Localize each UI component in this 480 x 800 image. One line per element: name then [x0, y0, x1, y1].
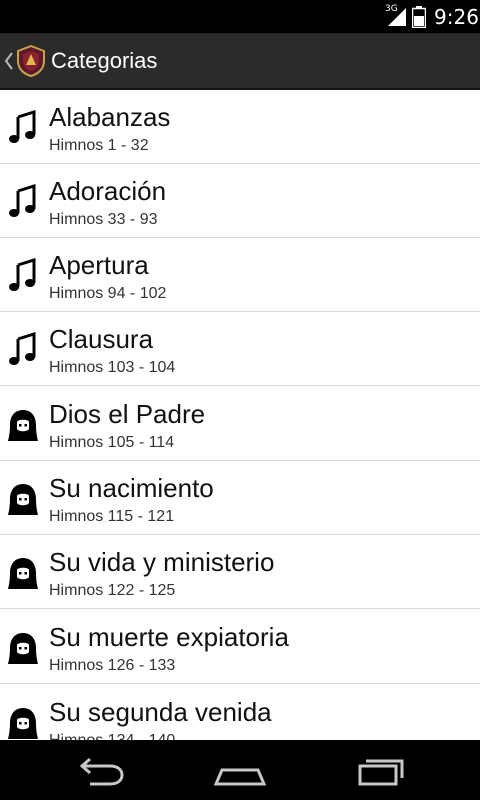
category-name: Dios el Padre [49, 399, 206, 429]
category-name: Su segunda venida [49, 697, 272, 727]
bearded-face-icon [8, 708, 38, 739]
back-icon[interactable] [70, 754, 130, 788]
hymn-range: Himnos 94 - 102 [49, 285, 167, 302]
music-note-icon [9, 184, 36, 217]
hymn-range: Himnos 134 - 140 [49, 732, 175, 740]
hymn-range: Himnos 33 - 93 [49, 211, 158, 228]
bearded-face-icon [8, 633, 38, 664]
home-icon[interactable] [210, 754, 270, 788]
hymn-range: Himnos 126 - 133 [49, 657, 176, 674]
list-item[interactable]: Dios el Padre Himnos 105 - 114 [0, 387, 480, 461]
list-item[interactable]: Su nacimiento Himnos 115 - 121 [0, 461, 480, 535]
signal-icon [388, 8, 406, 26]
status-bar: 3G 9:26 [0, 0, 480, 33]
status-clock: 9:26 [434, 5, 479, 29]
category-name: Adoración [49, 176, 167, 206]
music-note-icon [9, 110, 36, 143]
action-bar: Categorias [0, 33, 480, 90]
page-title: Categorias [51, 48, 158, 73]
navigation-bar [0, 740, 480, 800]
list-item[interactable]: Su muerte expiatoria Himnos 126 - 133 [0, 610, 480, 684]
music-note-icon [9, 258, 36, 291]
category-name: Su muerte expiatoria [49, 622, 289, 652]
hymn-range: Himnos 122 - 125 [49, 582, 176, 599]
battery-icon [412, 6, 426, 28]
bearded-face-icon [8, 484, 38, 515]
category-name: Apertura [49, 250, 149, 280]
hymn-range: Himnos 103 - 104 [49, 359, 176, 376]
chevron-left-icon [4, 52, 13, 70]
category-name: Clausura [49, 324, 154, 354]
app-logo-icon [17, 45, 45, 77]
category-name: Su nacimiento [49, 473, 214, 503]
hymn-range: Himnos 105 - 114 [49, 434, 175, 451]
list-item[interactable]: Su segunda venida Himnos 134 - 140 [0, 685, 480, 740]
bearded-face-icon [8, 558, 38, 589]
bearded-face-icon [8, 410, 38, 441]
category-name: Su vida y ministerio [49, 547, 275, 577]
list-item[interactable]: Su vida y ministerio Himnos 122 - 125 [0, 535, 480, 609]
hymn-range: Himnos 1 - 32 [49, 137, 149, 154]
list-item[interactable]: Apertura Himnos 94 - 102 [0, 238, 480, 312]
category-name: Alabanzas [49, 102, 171, 132]
list-item[interactable]: Adoración Himnos 33 - 93 [0, 164, 480, 238]
list-item[interactable]: Clausura Himnos 103 - 104 [0, 312, 480, 386]
category-list[interactable]: Alabanzas Himnos 1 - 32 Adoración Himnos… [0, 90, 480, 740]
up-button[interactable] [0, 33, 48, 90]
recent-apps-icon[interactable] [350, 754, 410, 788]
list-item[interactable]: Alabanzas Himnos 1 - 32 [0, 90, 480, 164]
music-note-icon [9, 332, 36, 365]
hymn-range: Himnos 115 - 121 [49, 508, 175, 525]
